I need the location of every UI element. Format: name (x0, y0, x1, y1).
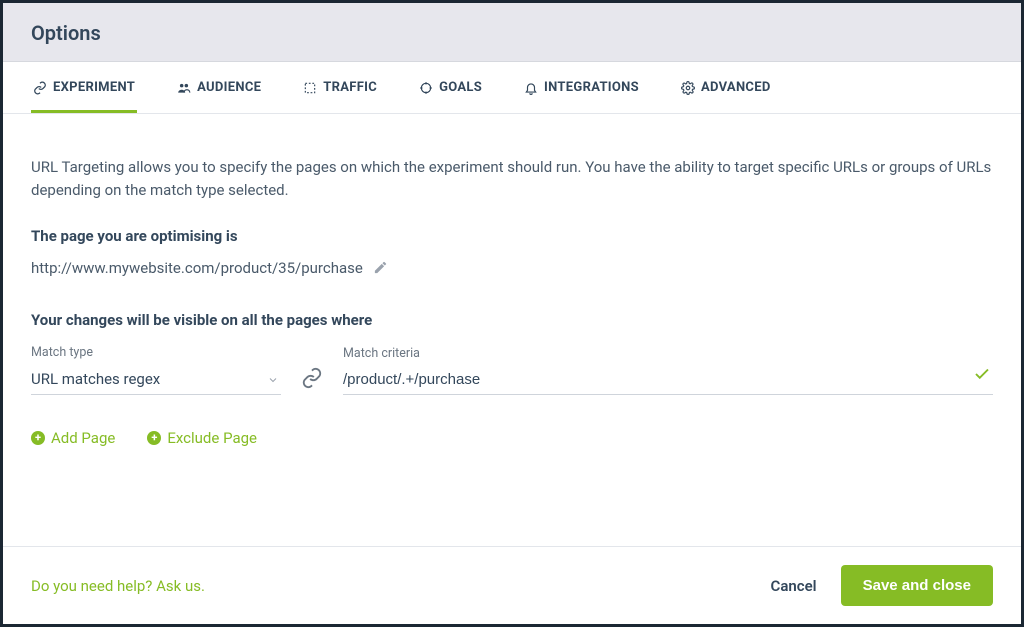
plus-icon: + (31, 431, 45, 445)
chain-icon (299, 365, 325, 391)
tab-label: GOALS (439, 80, 482, 95)
page-title: Options (31, 21, 993, 45)
optimising-url: http://www.mywebsite.com/product/35/purc… (31, 259, 363, 277)
match-type-label: Match type (31, 345, 281, 360)
footer-actions: Cancel Save and close (771, 565, 993, 606)
tab-label: EXPERIMENT (53, 80, 135, 95)
exclude-page-button[interactable]: + Exclude Page (147, 429, 257, 447)
gear-icon (681, 81, 695, 95)
tab-label: TRAFFIC (323, 80, 377, 95)
check-icon (973, 365, 991, 387)
tab-experiment[interactable]: EXPERIMENT (31, 62, 137, 113)
cancel-button[interactable]: Cancel (771, 577, 817, 595)
modal-footer: Do you need help? Ask us. Cancel Save an… (3, 546, 1021, 624)
chevron-down-icon (267, 372, 279, 390)
tab-label: INTEGRATIONS (544, 80, 639, 95)
match-type-select[interactable]: URL matches regex (31, 366, 281, 395)
optimising-url-row: http://www.mywebsite.com/product/35/purc… (31, 259, 993, 277)
match-type-value: URL matches regex (31, 370, 160, 388)
tab-bar: EXPERIMENT AUDIENCE TRAFFIC GOALS INTEGR… (3, 62, 1021, 114)
match-criteria-input[interactable] (343, 367, 993, 395)
add-page-button[interactable]: + Add Page (31, 429, 115, 447)
target-icon (303, 81, 317, 95)
exclude-page-label: Exclude Page (167, 429, 257, 447)
match-criteria-label: Match criteria (343, 346, 993, 361)
content-area: URL Targeting allows you to specify the … (3, 114, 1021, 546)
modal-header: Options (3, 3, 1021, 62)
link-icon (33, 81, 47, 95)
help-link[interactable]: Do you need help? Ask us. (31, 577, 205, 595)
plus-icon: + (147, 431, 161, 445)
edit-url-icon[interactable] (373, 260, 388, 275)
visible-label: Your changes will be visible on all the … (31, 311, 993, 329)
tab-label: AUDIENCE (197, 80, 261, 95)
intro-text: URL Targeting allows you to specify the … (31, 156, 993, 203)
crosshair-icon (419, 81, 433, 95)
tab-audience[interactable]: AUDIENCE (175, 62, 263, 113)
page-actions: + Add Page + Exclude Page (31, 429, 993, 447)
save-button[interactable]: Save and close (841, 565, 993, 606)
tab-goals[interactable]: GOALS (417, 62, 484, 113)
optimising-label: The page you are optimising is (31, 227, 993, 245)
tab-traffic[interactable]: TRAFFIC (301, 62, 379, 113)
bell-icon (524, 81, 538, 95)
tab-advanced[interactable]: ADVANCED (679, 62, 773, 113)
tab-label: ADVANCED (701, 80, 771, 95)
match-type-field: Match type URL matches regex (31, 345, 281, 395)
add-page-label: Add Page (51, 429, 115, 447)
match-criteria-field: Match criteria (343, 346, 993, 395)
match-row: Match type URL matches regex Match crite… (31, 345, 993, 395)
people-icon (177, 81, 191, 95)
tab-integrations[interactable]: INTEGRATIONS (522, 62, 641, 113)
